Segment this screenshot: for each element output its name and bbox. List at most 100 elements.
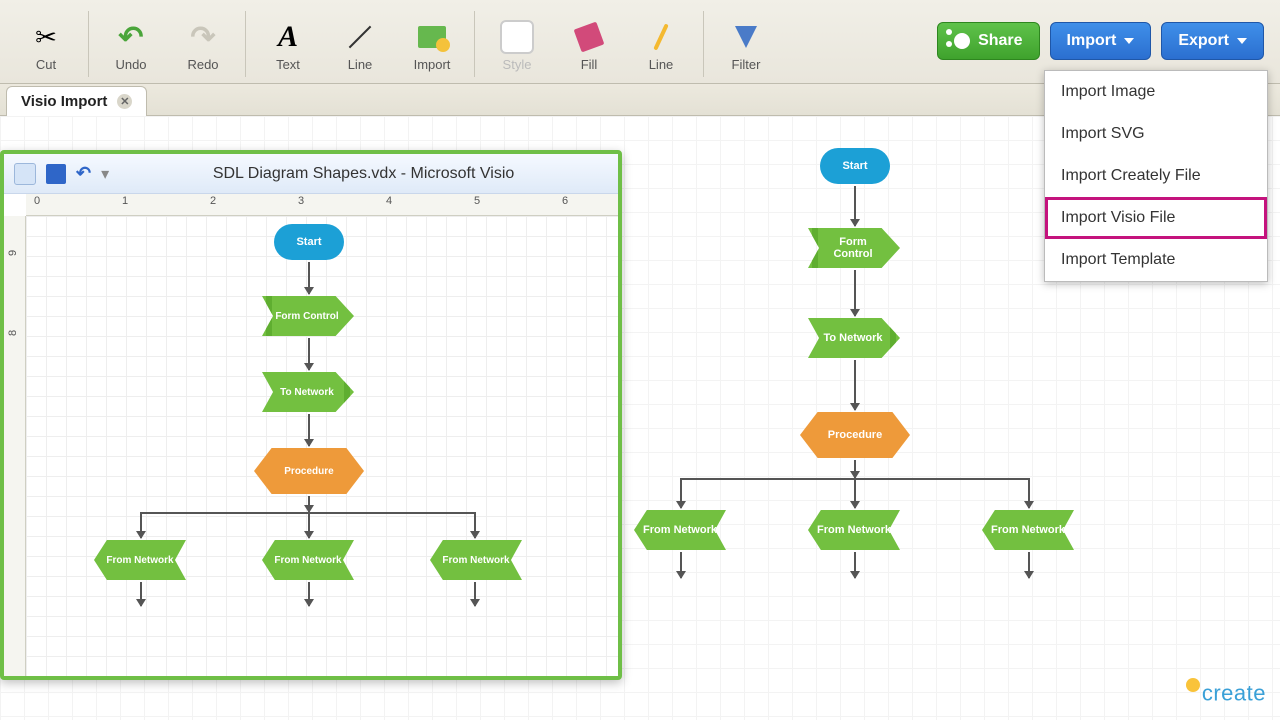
toolbar-separator [88,11,89,77]
import-tool[interactable]: Import [396,15,468,72]
shape-from-network-label: From Network [442,555,509,566]
connector [308,512,310,538]
band-icon [890,318,896,358]
connector[interactable] [680,552,682,578]
menu-import-template[interactable]: Import Template [1045,239,1267,281]
text-label: Text [252,57,324,72]
undo-tool[interactable]: ↶ Undo [95,15,167,72]
toolbar-separator [703,11,704,77]
import-tool-label: Import [396,57,468,72]
ruler-tick: 4 [386,195,392,207]
connector [308,582,310,606]
menu-import-creately[interactable]: Import Creately File [1045,155,1267,197]
visio-app-icon [14,163,36,185]
visio-titlebar: ↶ ▾ SDL Diagram Shapes.vdx - Microsoft V… [4,154,618,194]
undo-icon[interactable]: ↶ [76,163,91,184]
line-label: Line [324,57,396,72]
watermark-label: create [1202,680,1266,705]
shape-procedure-label: Procedure [284,466,333,477]
shape-from-network: From Network [430,540,522,580]
filter-tool[interactable]: Filter [710,15,782,72]
shape-procedure[interactable]: Procedure [800,412,910,458]
cut-tool[interactable]: ✂ Cut [10,15,82,72]
redo-icon: ↷ [185,19,221,55]
shape-from-network: From Network [262,540,354,580]
connector [474,582,476,606]
line-style-tool[interactable]: Line [625,15,697,72]
band-icon [266,296,272,336]
shape-from-network[interactable]: From Network [808,510,900,550]
tab-visio-import[interactable]: Visio Import ✕ [6,86,147,116]
filter-label: Filter [710,57,782,72]
shape-form-control[interactable]: Form Control [808,228,900,268]
vertical-ruler: 8 9 [4,216,26,676]
redo-tool[interactable]: ↷ Redo [167,15,239,72]
shape-from-network[interactable]: From Network [634,510,726,550]
connector[interactable] [854,478,856,508]
menu-import-visio[interactable]: Import Visio File [1045,197,1267,239]
line-tool[interactable]: Line [324,15,396,72]
chevron-down-icon [1124,38,1134,44]
save-icon[interactable] [46,164,66,184]
connector[interactable] [680,478,682,508]
shape-from-network-label: From Network [106,555,173,566]
visio-source-window: ↶ ▾ SDL Diagram Shapes.vdx - Microsoft V… [0,150,622,680]
share-icon [954,33,970,49]
shape-start-label: Start [296,236,321,248]
import-dropdown-menu: Import Image Import SVG Import Creately … [1044,70,1268,282]
connector[interactable] [854,270,856,316]
line2-label: Line [625,57,697,72]
ruler-tick: 3 [298,195,304,207]
shape-start[interactable]: Start [820,148,890,184]
export-button[interactable]: Export [1161,22,1264,60]
connector [308,338,310,370]
ruler-tick: 5 [474,195,480,207]
share-button[interactable]: Share [937,22,1039,60]
chevron-down-icon [1237,38,1247,44]
menu-import-image[interactable]: Import Image [1045,71,1267,113]
shape-from-network: From Network [94,540,186,580]
toolbar-separator [474,11,475,77]
connector [308,262,310,294]
close-tab-icon[interactable]: ✕ [117,94,132,109]
shape-to-network-label: To Network [280,387,334,398]
connector[interactable] [1028,478,1030,508]
horizontal-ruler: 0 1 2 3 4 5 6 [26,194,618,216]
connector[interactable] [854,552,856,578]
shape-start-label: Start [842,160,867,172]
connector[interactable] [1028,552,1030,578]
shape-from-network-label: From Network [643,524,717,536]
import-button-label: Import [1067,32,1117,50]
connector [140,582,142,606]
export-button-label: Export [1178,32,1229,50]
ruler-tick: 0 [34,195,40,207]
share-button-label: Share [978,32,1022,50]
scissors-icon: ✂ [28,19,64,55]
shape-to-network[interactable]: To Network [808,318,900,358]
shape-from-network-label: From Network [274,555,341,566]
pencil-icon [643,19,679,55]
connector[interactable] [854,460,856,478]
import-button[interactable]: Import [1050,22,1152,60]
text-tool[interactable]: A Text [252,15,324,72]
connector[interactable] [854,360,856,410]
band-icon [812,228,818,268]
sun-icon [1186,678,1200,692]
ruler-tick: 1 [122,195,128,207]
connector[interactable] [854,186,856,226]
fill-tool[interactable]: Fill [553,15,625,72]
shape-from-network[interactable]: From Network [982,510,1074,550]
style-tool[interactable]: Style [481,15,553,72]
band-icon [344,372,350,412]
shape-form-control-label: Form Control [275,311,338,322]
shape-form-control: Form Control [262,296,354,336]
shape-to-network: To Network [262,372,354,412]
style-label: Style [481,57,553,72]
fill-bucket-icon [571,19,607,55]
menu-import-svg[interactable]: Import SVG [1045,113,1267,155]
visio-title-text: SDL Diagram Shapes.vdx - Microsoft Visio [119,165,608,183]
tab-label: Visio Import [21,93,107,110]
ruler-tick: 9 [7,250,19,256]
connector [308,496,310,512]
shape-to-network-label: To Network [823,332,882,344]
